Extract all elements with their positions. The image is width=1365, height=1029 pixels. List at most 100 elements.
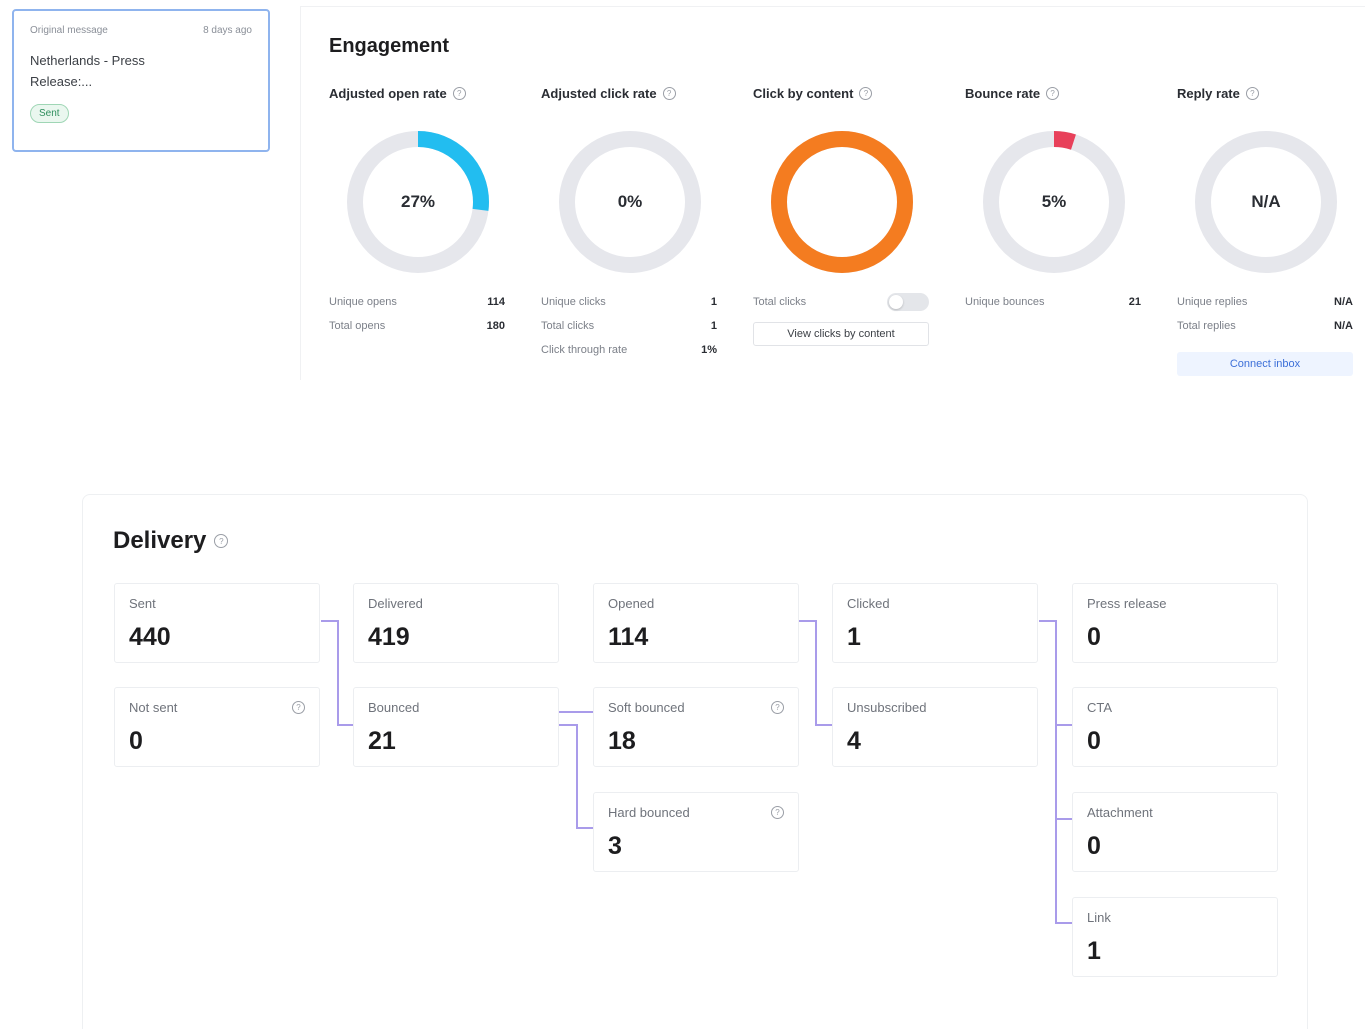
metric-stats: Unique replies N/A Total replies N/A Con… [1177,290,1353,376]
box-label: Bounced [368,700,420,715]
info-icon[interactable]: ? [1245,86,1259,100]
metric-stats: Total clicks View clicks by content [753,290,929,346]
engagement-metrics: Adjusted open rate ? 27% Unique opens 11… [329,85,1365,376]
box-label: Link [1087,910,1111,925]
box-value: 4 [847,727,861,755]
stat-value: 21 [1128,296,1141,308]
stat-row: Unique clicks 1 [541,290,717,314]
original-message-card[interactable]: Original message 8 days ago Netherlands … [12,9,270,152]
delivery-hard-bounced: Hard bounced? 3 [593,792,799,872]
engagement-panel: Engagement Adjusted open rate ? 27% Uniq… [300,6,1365,380]
donut-center-value: 0% [617,192,643,211]
message-card-label: Original message [30,25,108,36]
metric-title: Bounce rate [965,85,1041,101]
engagement-title: Engagement [329,35,450,57]
metric-stats: Unique opens 114 Total opens 180 [329,290,505,338]
connector-line [576,724,578,827]
connector-line [799,620,815,622]
metric-reply-rate: Reply rate ? N/A Unique replies N/A Tota… [1177,85,1365,376]
stat-row: Unique bounces 21 [965,290,1141,314]
connector-line [576,827,593,829]
metric-click-by-content: Click by content ? Total clicks View cli… [753,85,965,376]
box-label: Soft bounced [608,700,685,715]
delivery-sent: Sent 440 [114,583,320,663]
info-icon[interactable]: ? [662,86,676,100]
box-label: Unsubscribed [847,700,927,715]
stat-value: 1% [701,344,717,356]
box-label: Hard bounced [608,805,690,820]
metric-stats: Unique bounces 21 [965,290,1141,314]
stat-label: Total clicks [541,320,595,332]
connector-line [559,724,576,726]
box-label: Sent [129,596,156,611]
delivery-not-sent: Not sent? 0 [114,687,320,767]
connect-inbox-button[interactable]: Connect inbox [1177,352,1353,376]
connector-line [559,711,593,713]
box-value: 0 [1087,832,1101,860]
delivery-press-release: Press release 0 [1072,583,1278,663]
delivery-unsubscribed: Unsubscribed 4 [832,687,1038,767]
stat-label: Unique clicks [541,296,606,308]
stat-label: Unique opens [329,296,397,308]
stat-label: Unique bounces [965,296,1045,308]
donut-chart: 5% [983,131,1125,273]
metric-stats: Unique clicks 1 Total clicks 1 Click thr… [541,290,717,362]
stat-label: Click through rate [541,344,628,356]
metric-title: Adjusted open rate [329,85,447,101]
total-clicks-toggle-row: Total clicks [753,290,929,314]
connector-line [337,724,353,726]
message-card-time: 8 days ago [203,25,252,36]
connector-line [1055,620,1057,922]
info-icon[interactable]: ? [771,806,784,819]
donut-center-value: 27% [400,192,436,211]
stat-value: N/A [1334,296,1353,308]
delivery-bounced: Bounced 21 [353,687,559,767]
connector-line [321,620,337,622]
box-label: Press release [1087,596,1167,611]
info-icon[interactable]: ? [859,86,873,100]
info-icon[interactable]: ? [452,86,466,100]
box-value: 440 [129,623,171,651]
delivery-cta: CTA 0 [1072,687,1278,767]
donut-chart: 0% [559,131,701,273]
info-icon[interactable]: ? [1046,86,1060,100]
delivery-clicked: Clicked 1 [832,583,1038,663]
connector-line [815,724,832,726]
toggle-label: Total clicks [753,296,807,308]
box-value: 3 [608,832,622,860]
delivery-soft-bounced: Soft bounced? 18 [593,687,799,767]
metric-bounce-rate: Bounce rate ? 5% Unique bounces 21 [965,85,1177,376]
box-value: 18 [608,727,636,755]
box-value: 419 [368,623,410,651]
stat-row: Total replies N/A [1177,314,1353,338]
stat-value: 114 [487,296,505,308]
box-label: Opened [608,596,655,611]
metric-title: Adjusted click rate [541,85,657,101]
metric-adjusted-open-rate: Adjusted open rate ? 27% Unique opens 11… [329,85,541,376]
info-icon[interactable]: ? [771,701,784,714]
info-icon[interactable]: ? [292,701,305,714]
box-label: Not sent [129,700,178,715]
message-card-header: Original message 8 days ago [30,25,252,36]
delivery-opened: Opened 114 [593,583,799,663]
view-clicks-by-content-button[interactable]: View clicks by content [753,322,929,346]
stat-row: Total opens 180 [329,314,505,338]
delivery-panel: Delivery ? Sent 440 Not sent? 0 Delivere… [82,494,1308,1029]
status-badge: Sent [30,104,69,123]
connector-line [1055,922,1072,924]
box-label: Delivered [368,596,423,611]
donut-center-value: 5% [1041,192,1067,211]
total-clicks-toggle[interactable] [887,293,929,311]
box-value: 0 [1087,727,1101,755]
info-icon[interactable]: ? [214,534,229,548]
stat-label: Unique replies [1177,296,1248,308]
stat-row: Unique replies N/A [1177,290,1353,314]
connector-line [1055,818,1072,820]
donut-center-value: N/A [1251,192,1281,211]
stat-row: Unique opens 114 [329,290,505,314]
box-value: 0 [1087,623,1101,651]
stat-value: 1 [710,320,717,332]
stat-row: Total clicks 1 [541,314,717,338]
delivery-title: Delivery [113,527,207,554]
metric-title: Click by content [753,85,854,101]
